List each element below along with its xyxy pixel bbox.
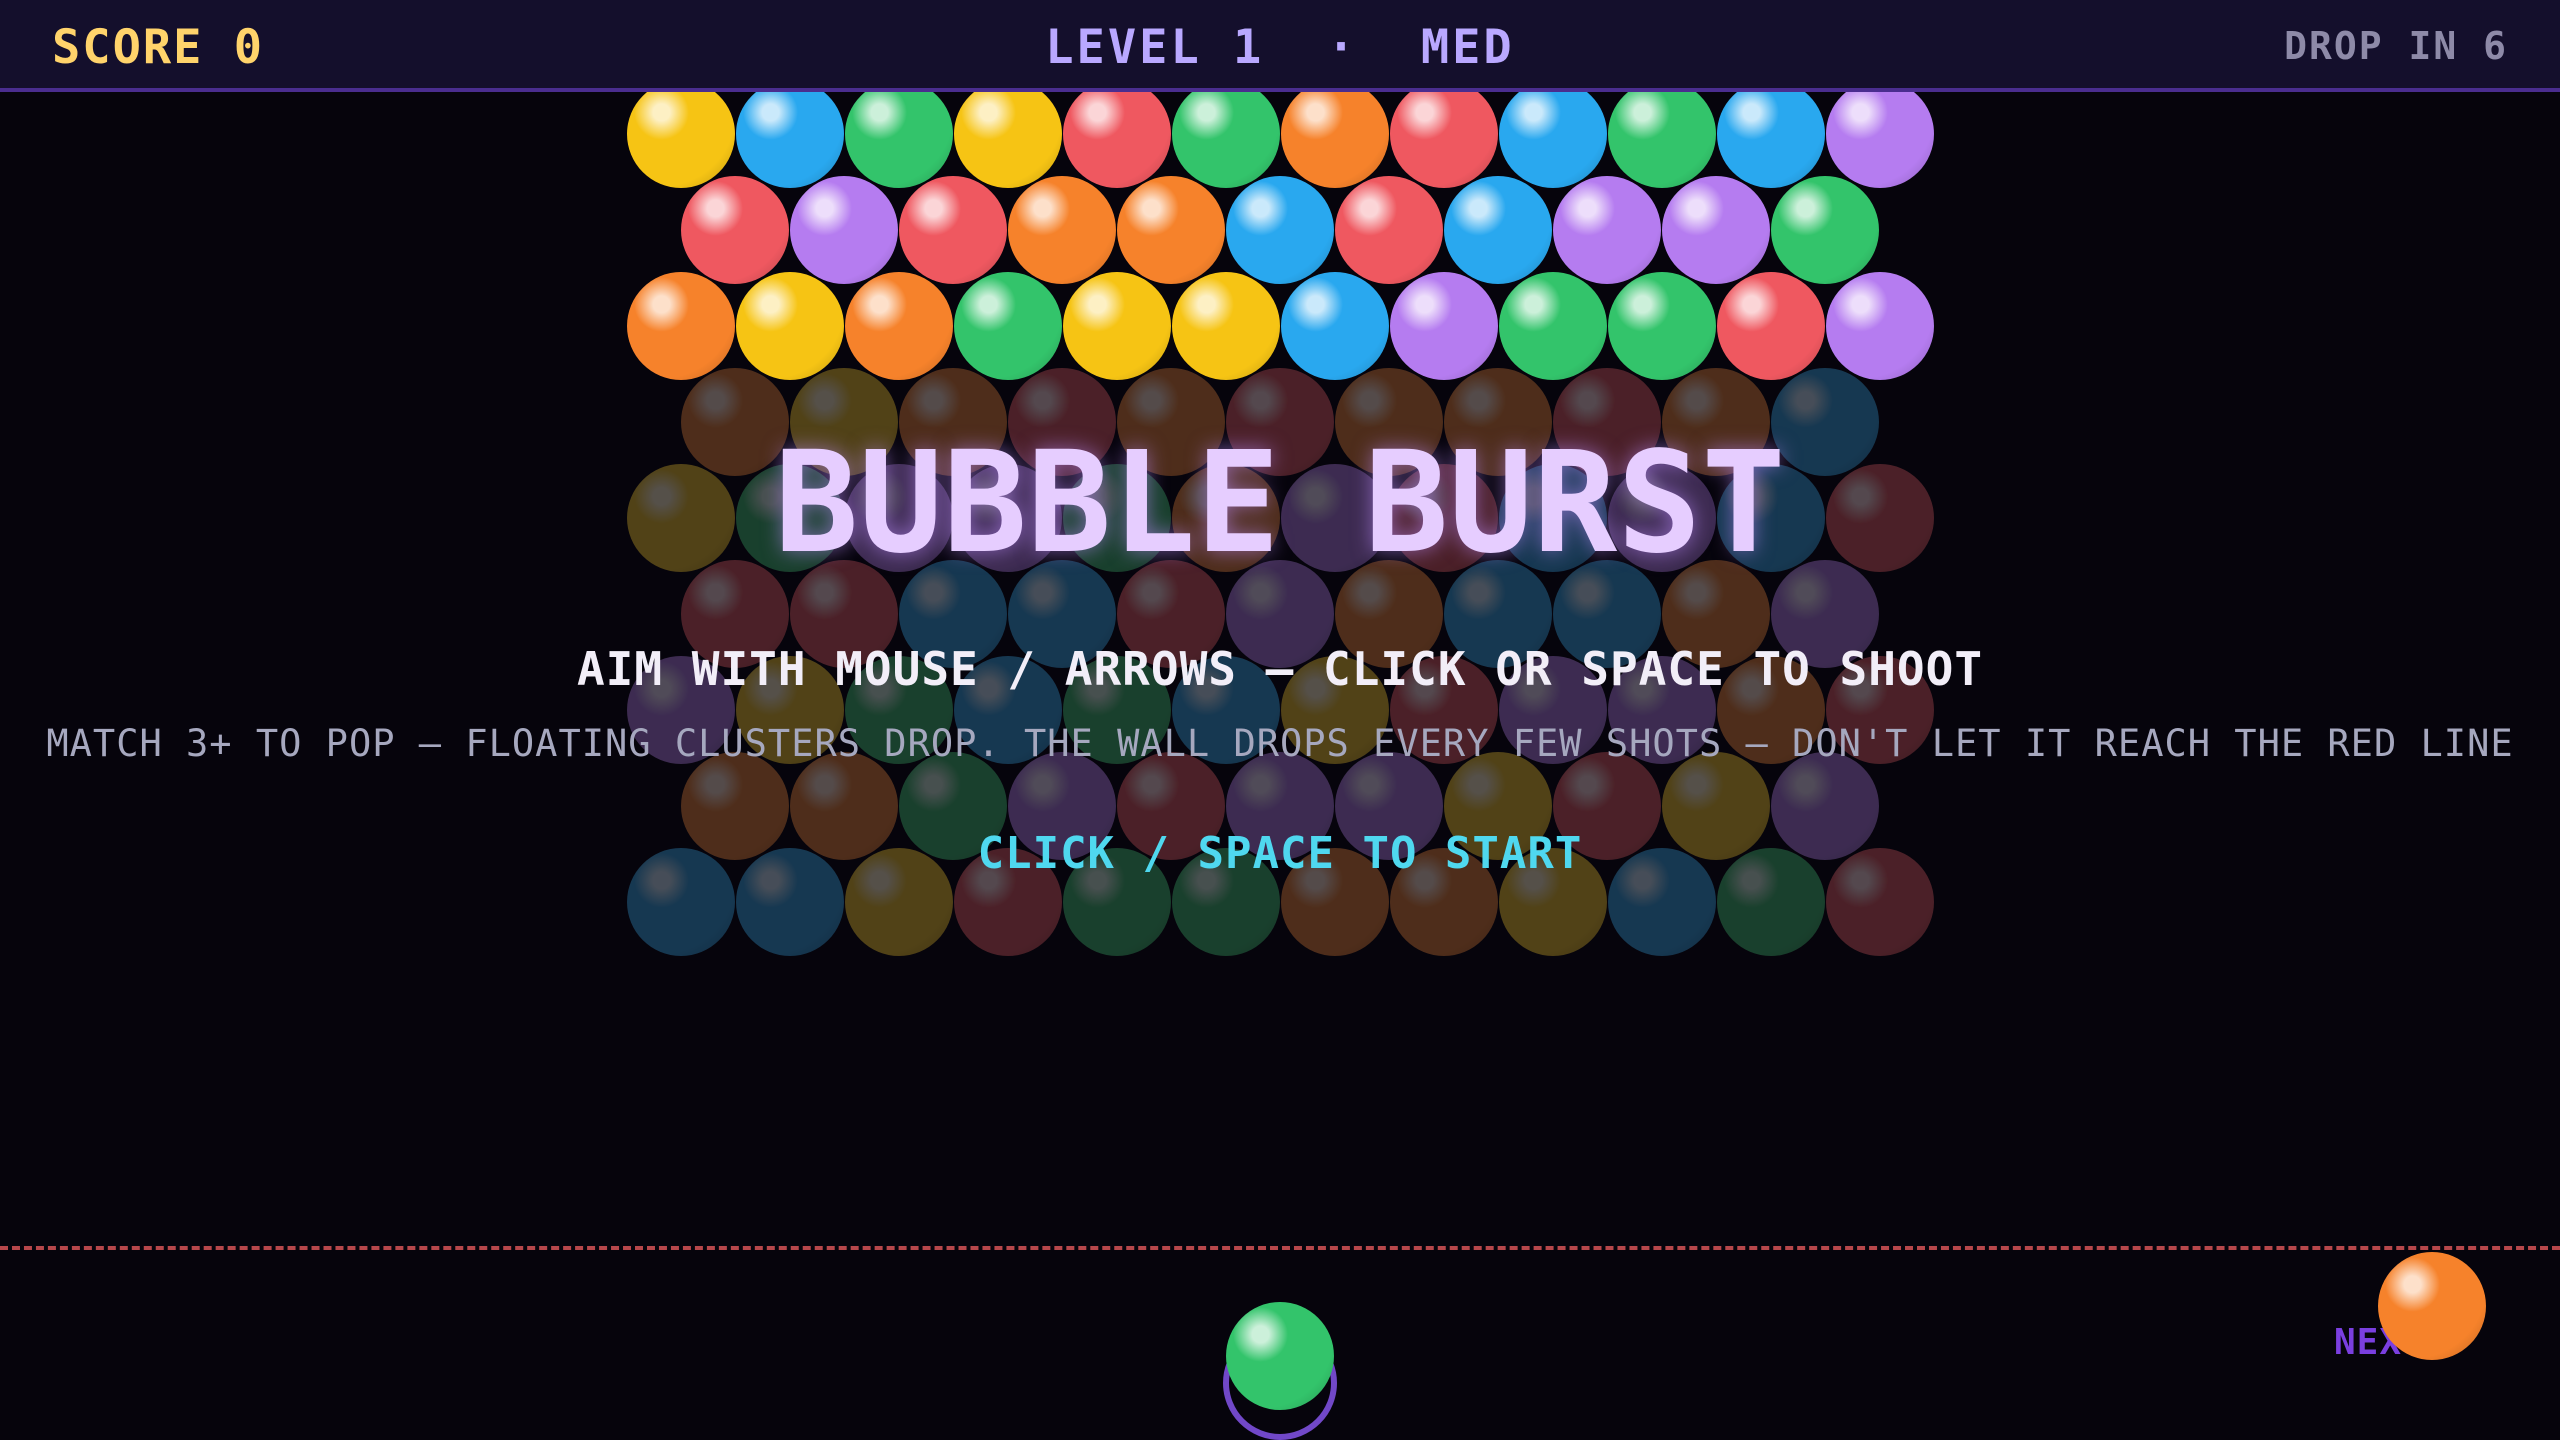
bubble bbox=[845, 80, 953, 188]
hud-bar: SCORE 0 LEVEL 1 · MED DROP IN 6 bbox=[0, 0, 2560, 92]
bubble bbox=[1281, 272, 1389, 380]
game-stage[interactable]: SCORE 0 LEVEL 1 · MED DROP IN 6 BUBBLE B… bbox=[0, 0, 2560, 1440]
level-display: LEVEL 1 · MED bbox=[1045, 20, 1515, 75]
bubble bbox=[1771, 176, 1879, 284]
bubble bbox=[736, 80, 844, 188]
bubble bbox=[1717, 272, 1825, 380]
bubble bbox=[1608, 80, 1716, 188]
bubble bbox=[1390, 80, 1498, 188]
bubble bbox=[1608, 272, 1716, 380]
bubble bbox=[681, 176, 789, 284]
bubble bbox=[736, 272, 844, 380]
bubble bbox=[1172, 272, 1280, 380]
next-bubble bbox=[2378, 1252, 2486, 1360]
controls-instruction: AIM WITH MOUSE / ARROWS — CLICK OR SPACE… bbox=[576, 642, 1984, 696]
bubble bbox=[1226, 176, 1334, 284]
current-bubble bbox=[1226, 1302, 1334, 1410]
drop-counter: DROP IN 6 bbox=[2284, 24, 2508, 68]
bubble bbox=[1335, 176, 1443, 284]
bubble bbox=[954, 80, 1062, 188]
bubble bbox=[1008, 176, 1116, 284]
bubble bbox=[1172, 80, 1280, 188]
bubble bbox=[845, 272, 953, 380]
bubble bbox=[790, 176, 898, 284]
bubble bbox=[1117, 176, 1225, 284]
bubble bbox=[954, 272, 1062, 380]
game-title: BUBBLE BURST bbox=[774, 422, 1786, 585]
bubble bbox=[899, 176, 1007, 284]
bubble bbox=[1826, 80, 1934, 188]
start-prompt[interactable]: CLICK / SPACE TO START bbox=[0, 828, 2560, 879]
rules-instruction: MATCH 3+ TO POP — FLOATING CLUSTERS DROP… bbox=[46, 722, 2514, 765]
start-overlay[interactable]: BUBBLE BURST AIM WITH MOUSE / ARROWS — C… bbox=[0, 376, 2560, 976]
bubble bbox=[627, 272, 735, 380]
bubble bbox=[1662, 176, 1770, 284]
bubble bbox=[627, 80, 735, 188]
bubble bbox=[1499, 272, 1607, 380]
bubble bbox=[1063, 80, 1171, 188]
bubble bbox=[1281, 80, 1389, 188]
bubble bbox=[1499, 80, 1607, 188]
danger-line bbox=[0, 1246, 2560, 1250]
bubble bbox=[1553, 176, 1661, 284]
bubble bbox=[1390, 272, 1498, 380]
bubble bbox=[1444, 176, 1552, 284]
bubble bbox=[1826, 272, 1934, 380]
bubble bbox=[1717, 80, 1825, 188]
bubble bbox=[1063, 272, 1171, 380]
